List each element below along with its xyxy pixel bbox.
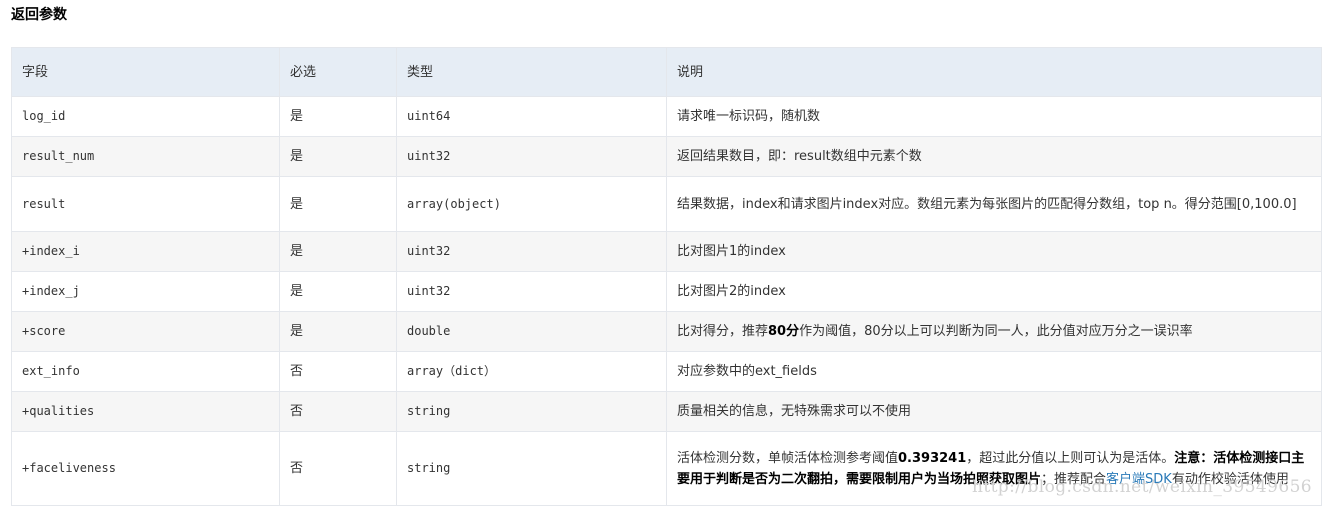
table-header-row: 字段 必选 类型 说明 [11, 47, 1322, 97]
field-cell: result [11, 176, 280, 232]
table-row: +faceliveness 否 string 活体检测分数，单帧活体检测参考阈值… [11, 431, 1322, 506]
table-row: result 是 array(object) 结果数据，index和请求图片in… [11, 176, 1322, 232]
required-cell: 否 [279, 351, 397, 392]
return-params-table: 字段 必选 类型 说明 log_id 是 uint64 请求唯一标识码，随机数 … [11, 47, 1322, 506]
description-text: ，超过此分值以上则可认为是活体。 [966, 450, 1175, 466]
required-cell: 是 [279, 231, 397, 272]
table-row: +score 是 double 比对得分，推荐80分作为阈值，80分以上可以判断… [11, 311, 1322, 352]
description-cell: 结果数据，index和请求图片index对应。数组元素为每张图片的匹配得分数组，… [666, 176, 1322, 232]
field-cell: +qualities [11, 391, 280, 432]
description-text: 作为阈值，80分以上可以判断为同一人，此分值对应万分之一误识率 [799, 324, 1193, 339]
type-cell: double [396, 311, 667, 352]
type-cell: uint32 [396, 271, 667, 312]
required-cell: 否 [279, 431, 397, 506]
required-cell: 是 [279, 136, 397, 177]
section-heading: 返回参数 [11, 7, 67, 23]
description-text: 活体检测分数，单帧活体检测参考阈值 [677, 450, 899, 466]
description-cell: 比对得分，推荐80分作为阈值，80分以上可以判断为同一人，此分值对应万分之一误识… [666, 311, 1322, 352]
recommended-threshold: 80分 [768, 324, 800, 339]
field-cell: log_id [11, 96, 280, 137]
liveness-threshold: 0.393241 [898, 450, 967, 466]
field-cell: +score [11, 311, 280, 352]
description-text: 有动作校验活体使用 [1171, 471, 1289, 487]
description-cell: 比对图片1的index [666, 231, 1322, 272]
field-cell: result_num [11, 136, 280, 177]
type-cell: uint64 [396, 96, 667, 137]
table-row: +qualities 否 string 质量相关的信息，无特殊需求可以不使用 [11, 391, 1322, 432]
client-sdk-link[interactable]: 客户端SDK [1106, 472, 1172, 487]
type-cell: uint32 [396, 136, 667, 177]
required-cell: 是 [279, 311, 397, 352]
table-row: ext_info 否 array（dict） 对应参数中的ext_fields [11, 351, 1322, 392]
required-cell: 是 [279, 96, 397, 137]
required-cell: 是 [279, 176, 397, 232]
type-cell: string [396, 431, 667, 506]
description-cell: 请求唯一标识码，随机数 [666, 96, 1322, 137]
column-header-description: 说明 [666, 47, 1322, 97]
type-cell: uint32 [396, 231, 667, 272]
description-cell: 活体检测分数，单帧活体检测参考阈值0.393241，超过此分值以上则可认为是活体… [666, 431, 1322, 506]
description-cell: 比对图片2的index [666, 271, 1322, 312]
table-row: log_id 是 uint64 请求唯一标识码，随机数 [11, 96, 1322, 137]
table-row: +index_j 是 uint32 比对图片2的index [11, 271, 1322, 312]
column-header-required: 必选 [279, 47, 397, 97]
type-cell: array（dict） [396, 351, 667, 392]
type-cell: string [396, 391, 667, 432]
required-cell: 否 [279, 391, 397, 432]
column-header-type: 类型 [396, 47, 667, 97]
column-header-field: 字段 [11, 47, 280, 97]
field-cell: +index_j [11, 271, 280, 312]
table-row: result_num 是 uint32 返回结果数目，即：result数组中元素… [11, 136, 1322, 177]
description-text: 比对得分，推荐 [677, 324, 769, 339]
table-row: +index_i 是 uint32 比对图片1的index [11, 231, 1322, 272]
description-cell: 对应参数中的ext_fields [666, 351, 1322, 392]
type-cell: array(object) [396, 176, 667, 232]
description-text: ；推荐配合 [1041, 471, 1107, 487]
field-cell: +index_i [11, 231, 280, 272]
field-cell: ext_info [11, 351, 280, 392]
description-cell: 返回结果数目，即：result数组中元素个数 [666, 136, 1322, 177]
required-cell: 是 [279, 271, 397, 312]
field-cell: +faceliveness [11, 431, 280, 506]
description-cell: 质量相关的信息，无特殊需求可以不使用 [666, 391, 1322, 432]
